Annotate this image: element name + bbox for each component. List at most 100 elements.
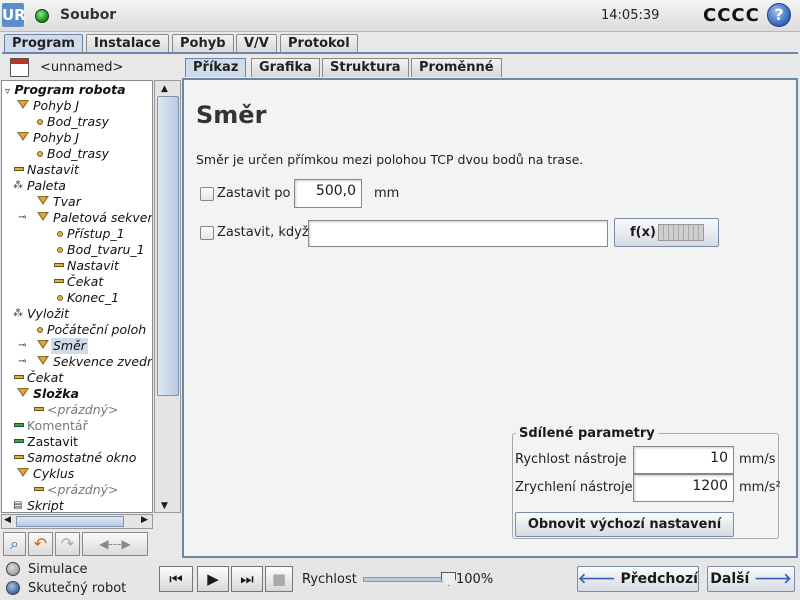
tree-item[interactable]: <prázdný> bbox=[47, 482, 119, 498]
program-filename: <unnamed> bbox=[40, 60, 124, 75]
tree-item[interactable]: Nastavit bbox=[67, 258, 119, 274]
stop-icon[interactable]: ■ bbox=[265, 566, 293, 592]
robot-name: CCCC bbox=[703, 5, 760, 26]
scroll-up-icon[interactable]: ▲ bbox=[161, 84, 168, 94]
folder-triangle-icon bbox=[17, 468, 29, 477]
tab-instalace[interactable]: Instalace bbox=[86, 34, 169, 53]
waypoint-icon bbox=[57, 295, 63, 301]
program-tree[interactable]: ▿ Program robota Pohyb J Bod_trasy Pohyb… bbox=[1, 80, 153, 513]
tab-grafika[interactable]: Grafika bbox=[251, 58, 320, 77]
title-bar bbox=[0, 0, 800, 32]
tool-speed-field[interactable]: 10 bbox=[633, 446, 734, 474]
stop-when-expression-field[interactable] bbox=[308, 220, 608, 247]
tree-item[interactable]: Čekat bbox=[67, 274, 103, 290]
tree-item-selected[interactable]: Směr bbox=[51, 338, 88, 354]
tree-item[interactable]: Vyložit bbox=[27, 306, 69, 322]
tool-accel-unit: mm/s² bbox=[739, 480, 781, 495]
simulation-radio[interactable] bbox=[6, 562, 20, 576]
tree-item[interactable]: Konec_1 bbox=[67, 290, 119, 306]
speed-label: Rychlost bbox=[302, 572, 357, 587]
tree-item[interactable]: Čekat bbox=[27, 370, 63, 386]
tab-pohyb[interactable]: Pohyb bbox=[172, 34, 234, 53]
tree-item[interactable]: Přístup_1 bbox=[67, 226, 125, 242]
tool-accel-field[interactable]: 1200 bbox=[633, 474, 734, 502]
tree-item[interactable]: ▿ Program robota bbox=[5, 82, 126, 98]
stop-when-label: Zastavit, když bbox=[217, 225, 309, 240]
tree-item[interactable]: Bod_trasy bbox=[47, 146, 109, 162]
waypoint-icon bbox=[57, 247, 63, 253]
real-robot-radio[interactable] bbox=[6, 581, 20, 595]
tree-item[interactable]: Samostatné okno bbox=[27, 450, 136, 466]
tree-item[interactable]: Paletová sekven bbox=[53, 210, 152, 226]
tab-protokol[interactable]: Protokol bbox=[280, 34, 358, 53]
tree-item[interactable]: <prázdný> bbox=[47, 402, 119, 418]
undo-icon[interactable]: ↶ bbox=[28, 532, 53, 556]
tab-vv[interactable]: V/V bbox=[236, 34, 277, 53]
tree-item[interactable]: Bod_trasy bbox=[47, 114, 109, 130]
tree-item[interactable]: Nastavit bbox=[27, 162, 79, 178]
simulation-label: Simulace bbox=[28, 562, 88, 577]
app-title[interactable]: Soubor bbox=[60, 7, 116, 23]
expand-icon[interactable]: ⊸ bbox=[18, 354, 26, 370]
folder-triangle-icon bbox=[17, 388, 29, 397]
previous-button[interactable]: 🡐 Předchozí bbox=[577, 566, 699, 592]
next-button[interactable]: Další 🡒 bbox=[707, 566, 795, 592]
waypoint-icon bbox=[37, 151, 43, 157]
pallet-icon: ⁂ bbox=[13, 180, 23, 191]
tree-item[interactable]: Pohyb J bbox=[33, 98, 79, 114]
pallet-icon: ⁂ bbox=[13, 308, 23, 319]
tree-item[interactable]: Počáteční poloh bbox=[47, 322, 146, 338]
stop-after-unit: mm bbox=[374, 186, 400, 201]
tab-promenne[interactable]: Proměnné bbox=[411, 58, 502, 77]
keyboard-icon bbox=[658, 224, 704, 241]
move-arrows-icon[interactable]: ◀---▶ bbox=[82, 532, 148, 556]
speed-slider-fill bbox=[364, 578, 446, 581]
expand-icon[interactable]: ⊸ bbox=[18, 338, 26, 354]
search-icon[interactable]: ⌕ bbox=[3, 532, 26, 556]
tree-item[interactable]: Skript bbox=[27, 498, 64, 512]
clock: 14:05:39 bbox=[601, 8, 660, 23]
redo-icon[interactable]: ↷ bbox=[55, 532, 80, 556]
stop-after-field[interactable]: 500,0 bbox=[294, 179, 362, 208]
stop-after-checkbox[interactable] bbox=[200, 187, 214, 201]
help-button[interactable]: ? bbox=[767, 3, 791, 27]
tree-item[interactable]: Paleta bbox=[27, 178, 66, 194]
tree-item[interactable]: Komentář bbox=[27, 418, 88, 434]
ur-logo: UR bbox=[2, 3, 26, 27]
folder-triangle-icon bbox=[17, 132, 29, 141]
tree-hscroll-thumb[interactable] bbox=[16, 516, 124, 527]
skip-forward-icon[interactable]: ⏭ bbox=[231, 566, 263, 592]
stop-after-label: Zastavit po bbox=[217, 186, 291, 201]
scroll-down-icon[interactable]: ▼ bbox=[161, 501, 168, 511]
speed-value: 100% bbox=[456, 572, 494, 587]
collapse-icon: ▿ bbox=[5, 86, 11, 97]
play-icon[interactable]: ▶ bbox=[197, 566, 229, 592]
waypoint-icon bbox=[37, 119, 43, 125]
tree-scroll-thumb[interactable] bbox=[157, 96, 179, 396]
tree-item[interactable]: Tvar bbox=[53, 194, 81, 210]
set-icon bbox=[14, 167, 24, 171]
tool-accel-label: Zrychlení nástroje bbox=[515, 480, 633, 495]
page-title: Směr bbox=[196, 101, 267, 129]
tree-item[interactable]: Bod_tvaru_1 bbox=[67, 242, 145, 258]
set-icon bbox=[54, 263, 64, 267]
tree-item[interactable]: Zastavit bbox=[27, 434, 78, 450]
stop-when-checkbox[interactable] bbox=[200, 226, 214, 240]
tree-item[interactable]: Cyklus bbox=[33, 466, 74, 482]
expand-icon[interactable]: ⊸ bbox=[18, 210, 26, 226]
tab-program[interactable]: Program bbox=[4, 34, 83, 53]
tab-struktura[interactable]: Struktura bbox=[322, 58, 409, 77]
script-icon: ▤ bbox=[13, 500, 23, 511]
skip-back-icon[interactable]: ⏮ bbox=[159, 566, 193, 592]
waypoint-icon bbox=[37, 327, 43, 333]
tab-prikaz[interactable]: Příkaz bbox=[185, 58, 247, 77]
direction-description: Směr je určen přímkou mezi polohou TCP d… bbox=[196, 152, 584, 167]
save-icon[interactable] bbox=[10, 58, 29, 77]
expression-editor-button[interactable]: f(x) bbox=[614, 218, 719, 247]
scroll-right-icon[interactable]: ▶ bbox=[141, 515, 148, 525]
tree-item[interactable]: Složka bbox=[33, 386, 79, 402]
tree-item[interactable]: Sekvence zvedn bbox=[53, 354, 152, 370]
scroll-left-icon[interactable]: ◀ bbox=[4, 515, 11, 525]
tree-item[interactable]: Pohyb J bbox=[33, 130, 79, 146]
reset-defaults-button[interactable]: Obnovit výchozí nastavení bbox=[515, 512, 734, 537]
